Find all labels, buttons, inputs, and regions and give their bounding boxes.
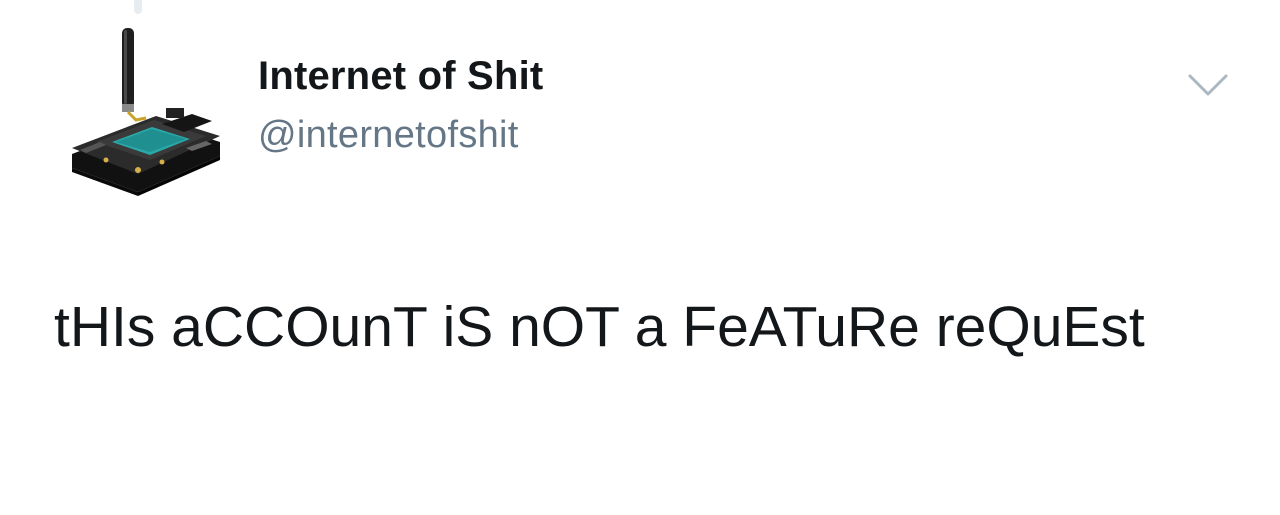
antenna-icon [122,28,147,122]
author-handle[interactable]: @internetofshit [258,110,543,160]
chevron-down-icon[interactable] [1186,66,1230,106]
tweet-header: Internet of Shit @internetofshit [258,50,543,160]
tweet-text: tHIs aCCOunT iS nOT a FeATuRe reQuEst [54,295,1145,359]
author-display-name[interactable]: Internet of Shit [258,50,543,102]
thread-connector-line [134,0,142,14]
circuit-board-icon [72,108,220,196]
avatar[interactable] [66,24,226,200]
